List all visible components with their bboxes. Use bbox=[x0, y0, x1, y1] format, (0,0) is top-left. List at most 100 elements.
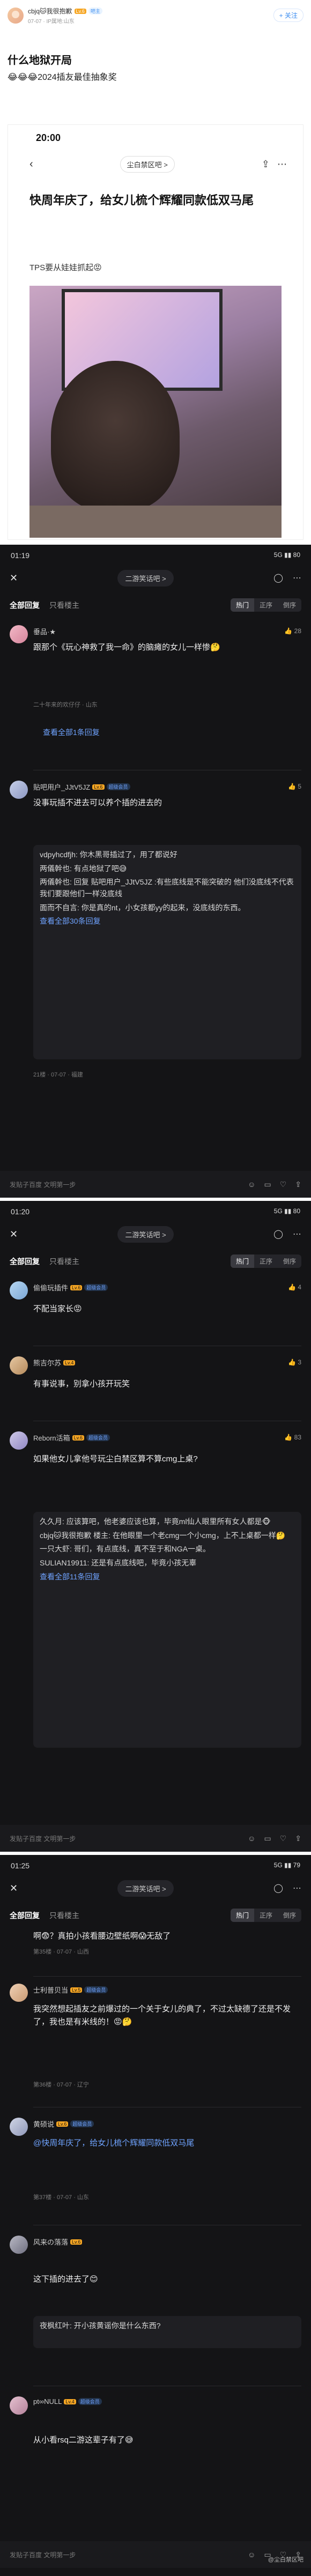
reply-line: 两儀幹也: 有点地狱了吧😅 bbox=[40, 864, 127, 873]
commenter-avatar[interactable] bbox=[10, 2236, 28, 2254]
sort-desc[interactable]: 倒序 bbox=[278, 1909, 301, 1922]
user-icon[interactable]: ◯ bbox=[273, 573, 283, 583]
like-number: 5 bbox=[298, 783, 301, 790]
sort-hot[interactable]: 热门 bbox=[230, 1254, 254, 1268]
author-avatar[interactable] bbox=[8, 8, 24, 24]
comment-item: 贴吧用户_JJtV5JZ Lv.6 超级会员 👍 5 没事玩插不进去可以养个插的… bbox=[0, 781, 311, 1156]
level-badge: Lv.6 bbox=[56, 2121, 69, 2127]
user-icon[interactable]: ◯ bbox=[273, 1229, 283, 1239]
like-icon[interactable]: ♡ bbox=[280, 1834, 287, 1843]
reply-box[interactable]: 久久月: 应该算吧，他老婆应该也算，毕竟ml仙人眼里所有女人都是🐵 cbjq🐱我… bbox=[33, 1512, 301, 1748]
sort-toggle[interactable]: 热门 正序 倒序 bbox=[230, 598, 301, 612]
follow-button[interactable]: + 关注 bbox=[273, 9, 303, 22]
comment-text: 如果他女儿拿他号玩尘白禁区算不算cmg上桌? bbox=[33, 1454, 198, 1464]
bar-pill[interactable]: 二游笑话吧 > bbox=[117, 1226, 174, 1243]
author-row[interactable]: cbjq🐱我很抱歉 Lv.6 吧主 07-07 · IP属地:山东 bbox=[8, 6, 102, 25]
commenter-name[interactable]: 熊吉尔苏 bbox=[33, 1357, 61, 1368]
comment-text: 有事说事，别拿小孩开玩笑 bbox=[33, 1379, 130, 1389]
commenter-avatar[interactable] bbox=[10, 781, 28, 799]
commenter-name[interactable]: 风来の落落 bbox=[33, 2237, 68, 2247]
more-icon[interactable]: ⋯ bbox=[293, 1883, 301, 1894]
post-photo[interactable] bbox=[29, 286, 282, 538]
commenter-avatar[interactable] bbox=[10, 1984, 28, 2002]
commenter-name[interactable]: 垂品·★ bbox=[33, 626, 56, 636]
commenter-name[interactable]: 士利普贝当 bbox=[33, 1985, 68, 1995]
commenter-name[interactable]: 贴吧用户_JJtV5JZ bbox=[33, 782, 90, 792]
commenter-avatar[interactable] bbox=[10, 625, 28, 643]
emoji-icon[interactable]: ☺ bbox=[248, 2550, 255, 2559]
like-count[interactable]: 👍 3 bbox=[288, 1358, 301, 1366]
like-count[interactable]: 👍 83 bbox=[284, 1434, 301, 1441]
sort-hot[interactable]: 热门 bbox=[230, 1909, 254, 1922]
like-count[interactable]: 👍 28 bbox=[284, 627, 301, 635]
user-icon[interactable]: ◯ bbox=[273, 1883, 283, 1894]
mention-link[interactable]: @快周年庆了，给女儿梳个辉耀同款低双马尾 bbox=[33, 2137, 301, 2150]
view-all-replies[interactable]: 查看全部30条回复 bbox=[40, 916, 295, 926]
commenter-name[interactable]: 黄硕说 bbox=[33, 2119, 54, 2129]
comment-icon[interactable]: ▭ bbox=[264, 1180, 271, 1189]
close-icon[interactable]: ✕ bbox=[10, 1883, 18, 1894]
view-all-replies[interactable]: 查看全部1条回复 bbox=[43, 727, 100, 738]
commenter-avatar[interactable] bbox=[10, 2118, 28, 2136]
comments-screen-2: 01:20 5G ▮▮ 80 ✕ 二游笑话吧 > ◯ ⋯ 全部回复 只看楼主 热… bbox=[0, 1201, 311, 1852]
commenter-name[interactable]: Reborn活箱 bbox=[33, 1432, 70, 1443]
commenter-avatar[interactable] bbox=[10, 2396, 28, 2415]
tab-all-replies[interactable]: 全部回复 bbox=[10, 1256, 40, 1267]
level-badge: Lv.6 bbox=[72, 1435, 84, 1441]
view-all-replies[interactable]: 查看全部11条回复 bbox=[40, 1571, 295, 1582]
emoji-icon[interactable]: ☺ bbox=[248, 1180, 255, 1189]
bar-pill[interactable]: 二游笑话吧 > bbox=[117, 569, 174, 587]
comments-screen-3: 01:25 5G ▮▮ 79 ✕ 二游笑话吧 > ◯ ⋯ 全部回复 只看楼主 热… bbox=[0, 1855, 311, 2576]
back-icon[interactable]: ‹ bbox=[29, 158, 33, 170]
more-icon[interactable]: ⋯ bbox=[277, 159, 287, 170]
commenter-name[interactable]: pt∞NULL bbox=[33, 2397, 62, 2406]
close-icon[interactable]: ✕ bbox=[10, 1229, 18, 1240]
bar-pill[interactable]: 二游笑话吧 > bbox=[117, 1880, 174, 1897]
comment-meta: 第36楼 · 07-07 · 辽宁 bbox=[33, 2082, 89, 2088]
tab-op-only[interactable]: 只看楼主 bbox=[49, 1910, 79, 1921]
comment-meta: 第37楼 · 07-07 · 山东 bbox=[33, 2194, 89, 2201]
share-icon[interactable]: ⇪ bbox=[295, 1834, 301, 1843]
screenshot-time: 20:00 bbox=[36, 132, 61, 143]
share-icon[interactable]: ⇪ bbox=[295, 1180, 301, 1189]
reply-input[interactable]: 发贴子百度 文明第一步 bbox=[10, 1834, 76, 1843]
sort-asc[interactable]: 正序 bbox=[254, 1909, 278, 1922]
bar-name-pill[interactable]: 尘白禁区吧 > bbox=[120, 155, 175, 173]
emoji-icon[interactable]: ☺ bbox=[248, 1834, 255, 1843]
level-badge: Lv.5 bbox=[70, 1987, 83, 1993]
sort-hot[interactable]: 热门 bbox=[230, 598, 254, 612]
reply-input[interactable]: 发贴子百度 文明第一步 bbox=[10, 2550, 76, 2559]
share-icon[interactable]: ⇪ bbox=[262, 159, 270, 170]
tab-all-replies[interactable]: 全部回复 bbox=[10, 1910, 40, 1921]
reply-line: 一只大虾: 哥们，有点底线，真不至于和NGA一桌。 bbox=[40, 1545, 211, 1554]
sort-desc[interactable]: 倒序 bbox=[278, 598, 301, 612]
reply-input[interactable]: 发贴子百度 文明第一步 bbox=[10, 1180, 76, 1189]
vip-badge: 超级会员 bbox=[78, 2398, 102, 2405]
sort-asc[interactable]: 正序 bbox=[254, 1254, 278, 1268]
reply-line: 久久月: 应该算吧，他老婆应该也算，毕竟ml仙人眼里所有女人都是🐵 bbox=[40, 1517, 271, 1526]
tab-all-replies[interactable]: 全部回复 bbox=[10, 600, 40, 611]
like-count[interactable]: 👍 4 bbox=[288, 1283, 301, 1291]
sort-toggle[interactable]: 热门 正序 倒序 bbox=[230, 1909, 301, 1922]
sort-asc[interactable]: 正序 bbox=[254, 598, 278, 612]
commenter-name[interactable]: 偷偷玩插件 bbox=[33, 1282, 68, 1293]
comment-icon[interactable]: ▭ bbox=[264, 1834, 271, 1843]
reply-box[interactable]: vdpyhcdfjh: 你木黑哥插过了，用了都说好 两儀幹也: 有点地狱了吧😅 … bbox=[33, 845, 301, 1059]
tab-op-only[interactable]: 只看楼主 bbox=[49, 1256, 79, 1267]
like-count[interactable]: 👍 5 bbox=[288, 783, 301, 790]
bottom-input-bar: 发贴子百度 文明第一步 ☺ ▭ ♡ ⇪ @尘白禁区吧 bbox=[0, 2541, 311, 2568]
like-icon[interactable]: ♡ bbox=[280, 1180, 287, 1189]
level-badge: Lv.4 bbox=[64, 2399, 76, 2404]
status-time: 01:25 bbox=[11, 1861, 30, 1870]
sort-desc[interactable]: 倒序 bbox=[278, 1254, 301, 1268]
commenter-avatar[interactable] bbox=[10, 1431, 28, 1450]
reply-box[interactable]: 夜枫红叶: 开小孩黄谣你是什么东西? bbox=[33, 2316, 301, 2348]
more-icon[interactable]: ⋯ bbox=[293, 1229, 301, 1239]
author-name[interactable]: cbjq🐱我很抱歉 bbox=[28, 6, 72, 16]
sort-toggle[interactable]: 热门 正序 倒序 bbox=[230, 1254, 301, 1268]
commenter-avatar[interactable] bbox=[10, 1356, 28, 1375]
more-icon[interactable]: ⋯ bbox=[293, 573, 301, 583]
tab-op-only[interactable]: 只看楼主 bbox=[49, 600, 79, 611]
close-icon[interactable]: ✕ bbox=[10, 573, 18, 584]
commenter-avatar[interactable] bbox=[10, 1281, 28, 1300]
